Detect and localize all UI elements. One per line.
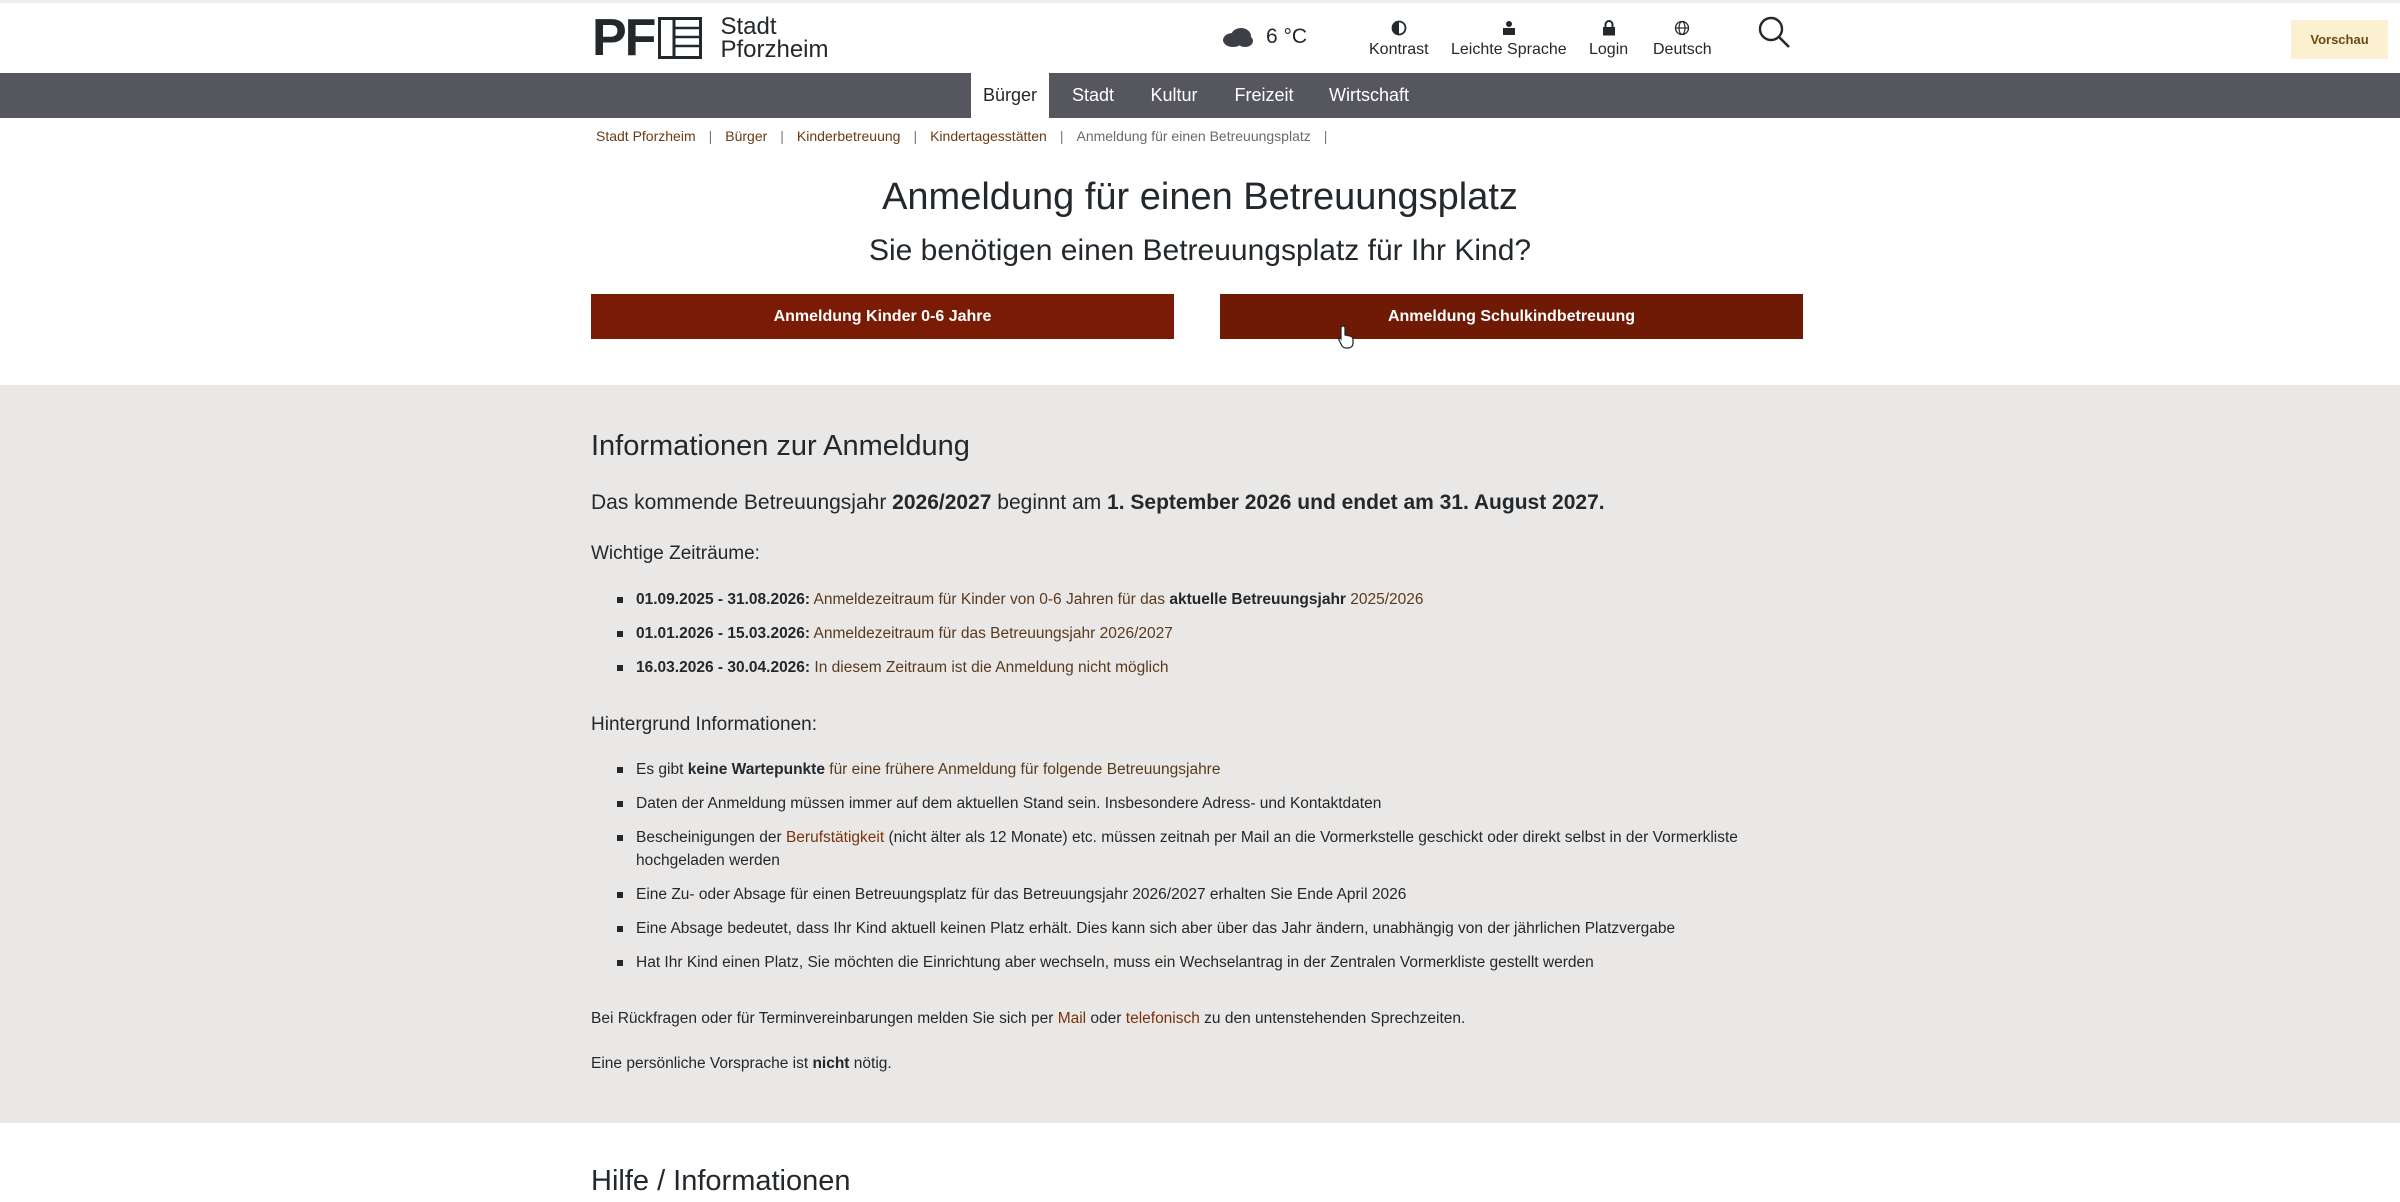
contact-text: oder: [1086, 1010, 1126, 1027]
nav-item-wirtschaft[interactable]: Wirtschaft: [1317, 73, 1421, 118]
period-date: 01.01.2026 - 15.03.2026:: [636, 625, 811, 642]
language-switch[interactable]: Deutsch: [1653, 19, 1712, 59]
breadcrumb-item[interactable]: Stadt Pforzheim: [596, 128, 696, 144]
contact-text: zu den untenstehenden Sprechzeiten.: [1199, 1010, 1466, 1027]
contrast-toggle[interactable]: Kontrast: [1369, 19, 1429, 59]
nav-item-kultur[interactable]: Kultur: [1137, 73, 1211, 118]
list-item: 01.09.2025 - 31.08.2026: Anmeldezeitraum…: [591, 588, 1811, 611]
logo-text: Stadt Pforzheim: [720, 13, 829, 63]
search-button[interactable]: [1757, 15, 1791, 54]
site-header: PF Stadt Pforzheim 6 °C Kontrast Leichte…: [0, 3, 2400, 73]
contrast-icon: [1391, 19, 1407, 37]
easy-language-icon: [1501, 19, 1517, 37]
breadcrumb-separator: |: [913, 128, 918, 144]
login-link[interactable]: Login: [1589, 19, 1628, 59]
lead-dates: 1. September 2026 und endet am 31. Augus…: [1107, 491, 1605, 514]
registration-info-section: Informationen zur Anmeldung Das kommende…: [0, 385, 2400, 1123]
list-item: Daten der Anmeldung müssen immer auf dem…: [591, 792, 1811, 815]
temperature: 6 °C: [1266, 25, 1308, 48]
personal-text: nötig.: [849, 1055, 892, 1072]
list-item: Eine Absage bedeutet, dass Ihr Kind aktu…: [591, 917, 1811, 940]
logo-letters: PF: [592, 9, 656, 67]
mouse-cursor-icon: [1338, 325, 1354, 349]
list-item: Eine Zu- oder Absage für einen Betreuung…: [591, 883, 1811, 906]
contact-text: Bei Rückfragen oder für Terminvereinbaru…: [591, 1010, 1058, 1027]
logo-line-1: Stadt: [720, 13, 777, 40]
info-heading: Informationen zur Anmeldung: [591, 430, 970, 462]
help-heading: Hilfe / Informationen: [591, 1165, 851, 1197]
weather-widget: 6 °C: [1222, 25, 1307, 49]
period-text: Anmeldezeitraum für das Betreuungsjahr 2…: [810, 625, 1173, 642]
period-date: 01.09.2025 - 31.08.2026:: [636, 591, 811, 608]
nav-item-buerger[interactable]: Bürger: [971, 73, 1049, 118]
breadcrumb-separator: |: [708, 128, 713, 144]
contrast-label: Kontrast: [1369, 41, 1429, 58]
list-item: Bescheinigungen der Berufstätigkeit (nic…: [591, 826, 1811, 872]
search-icon: [1758, 16, 1790, 48]
register-children-0-6-button[interactable]: Anmeldung Kinder 0-6 Jahre: [591, 294, 1174, 339]
personal-text: Eine persönliche Vorsprache ist: [591, 1055, 813, 1072]
season-lead: Das kommende Betreuungsjahr 2026/2027 be…: [591, 491, 1811, 515]
phone-link[interactable]: telefonisch: [1126, 1010, 1200, 1027]
bg-bold: keine Wartepunkte: [687, 761, 825, 778]
background-heading: Hintergrund Informationen:: [591, 714, 818, 735]
globe-icon: [1674, 19, 1690, 37]
breadcrumb-item[interactable]: Kindertagesstätten: [930, 128, 1047, 144]
period-tail: 2025/2026: [1345, 591, 1424, 608]
bg-text: für eine frühere Anmeldung für folgende …: [824, 761, 1221, 778]
lead-text: Das kommende Betreuungsjahr: [591, 491, 893, 514]
period-text: Anmeldezeitraum für Kinder von 0-6 Jahre…: [810, 591, 1170, 608]
lead-year: 2026/2027: [892, 491, 992, 514]
mail-link[interactable]: Mail: [1058, 1010, 1086, 1027]
logo-line-2: Pforzheim: [720, 36, 829, 63]
period-bold: aktuelle Betreuungsjahr: [1169, 591, 1346, 608]
nav-item-freizeit[interactable]: Freizeit: [1222, 73, 1306, 118]
periods-list: 01.09.2025 - 31.08.2026: Anmeldezeitraum…: [591, 588, 1811, 679]
list-item: Es gibt keine Wartepunkte für eine frühe…: [591, 758, 1811, 781]
list-item: 16.03.2026 - 30.04.2026: In diesem Zeitr…: [591, 656, 1811, 679]
language-label: Deutsch: [1653, 41, 1712, 58]
main-navigation: Bürger Stadt Kultur Freizeit Wirtschaft: [0, 73, 2400, 118]
lock-icon: [1602, 19, 1616, 37]
personal-visit-paragraph: Eine persönliche Vorsprache ist nicht nö…: [591, 1055, 1811, 1073]
breadcrumb: Stadt Pforzheim | Bürger | Kinderbetreuung | K…: [596, 128, 1340, 144]
easy-language-label: Leichte Sprache: [1451, 41, 1567, 58]
breadcrumb-current: Anmeldung für einen Betreuungsplatz: [1076, 128, 1311, 144]
bg-text: Es gibt: [636, 761, 688, 778]
page-title: Anmeldung für einen Betreuungsplatz: [882, 176, 1518, 218]
breadcrumb-item[interactable]: Bürger: [725, 128, 767, 144]
breadcrumb-item[interactable]: Kinderbetreuung: [797, 128, 901, 144]
cloud-icon: [1223, 28, 1253, 47]
periods-heading: Wichtige Zeiträume:: [591, 543, 760, 564]
nav-item-stadt[interactable]: Stadt: [1060, 73, 1126, 118]
site-logo[interactable]: PF Stadt Pforzheim: [592, 9, 829, 67]
lead-text: beginnt am: [991, 491, 1108, 514]
list-item: 01.01.2026 - 15.03.2026: Anmeldezeitraum…: [591, 622, 1811, 645]
register-school-care-button[interactable]: Anmeldung Schulkindbetreuung: [1220, 294, 1803, 339]
easy-language-link[interactable]: Leichte Sprache: [1451, 19, 1567, 59]
breadcrumb-separator: |: [1323, 128, 1328, 144]
preview-button[interactable]: Vorschau: [2291, 20, 2388, 59]
period-text: In diesem Zeitraum ist die Anmeldung nic…: [810, 659, 1169, 676]
login-label: Login: [1589, 41, 1629, 58]
employment-link[interactable]: Berufstätigkeit: [786, 829, 884, 846]
list-item: Hat Ihr Kind einen Platz, Sie möchten di…: [591, 951, 1811, 974]
breadcrumb-separator: |: [1059, 128, 1064, 144]
period-date: 16.03.2026 - 30.04.2026:: [636, 659, 811, 676]
page-subtitle: Sie benötigen einen Betreuungsplatz für …: [868, 234, 1532, 267]
background-list: Es gibt keine Wartepunkte für eine frühe…: [591, 758, 1811, 974]
logo-mark-icon: [658, 17, 703, 59]
bg-text: Bescheinigungen der: [636, 829, 786, 846]
contact-paragraph: Bei Rückfragen oder für Terminvereinbaru…: [591, 1010, 1811, 1028]
breadcrumb-separator: |: [780, 128, 784, 144]
personal-bold: nicht: [812, 1055, 850, 1072]
